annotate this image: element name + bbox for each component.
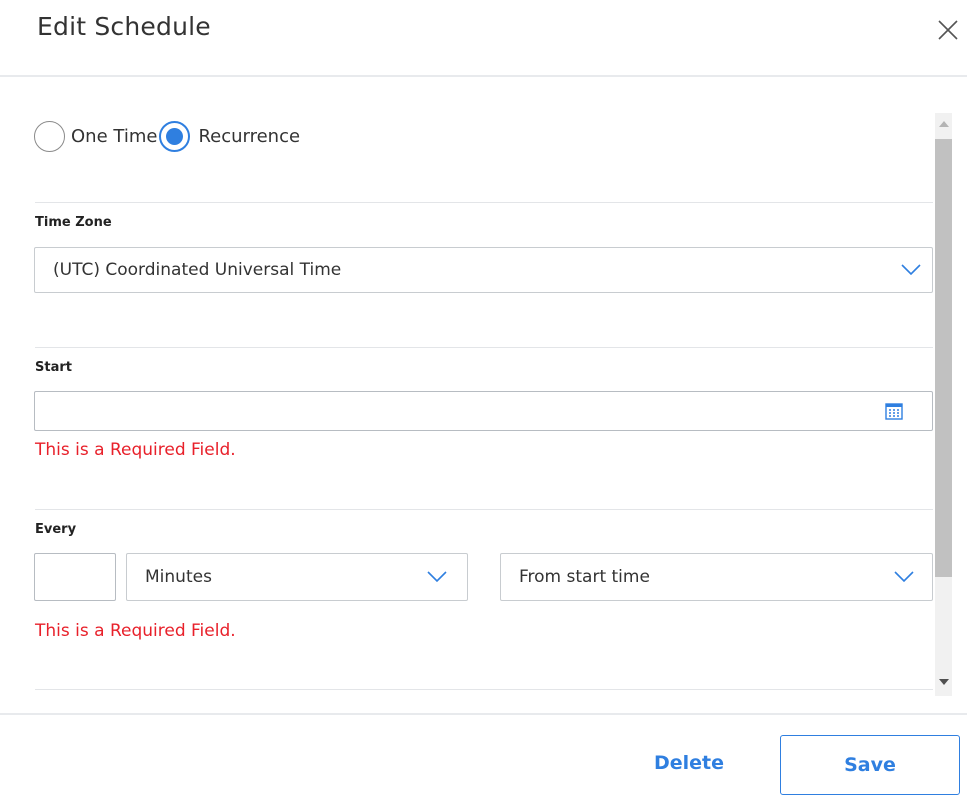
every-label: Every — [35, 522, 77, 537]
every-unit-select[interactable]: Minutes — [126, 553, 468, 601]
every-reference-select[interactable]: From start time — [500, 553, 933, 601]
time-zone-select[interactable]: (UTC) Coordinated Universal Time — [34, 247, 933, 293]
every-error-message: This is a Required Field. — [35, 621, 236, 641]
time-zone-value: (UTC) Coordinated Universal Time — [53, 260, 342, 280]
scroll-down-icon[interactable] — [939, 678, 949, 686]
scrollbar-thumb[interactable] — [935, 139, 952, 577]
calendar-icon[interactable] — [884, 401, 904, 421]
close-button[interactable] — [936, 18, 960, 42]
section-divider — [35, 509, 933, 510]
recurrence-radio[interactable] — [159, 120, 191, 152]
scroll-up-icon[interactable] — [939, 120, 949, 128]
delete-button[interactable]: Delete — [610, 735, 768, 791]
section-divider — [35, 347, 933, 348]
chevron-down-icon — [427, 571, 447, 583]
schedule-type-radio-group: One Time Recurrence — [34, 118, 302, 154]
save-button[interactable]: Save — [780, 735, 960, 795]
dialog-title: Edit Schedule — [37, 12, 211, 41]
recurrence-label: Recurrence — [198, 125, 301, 147]
time-zone-label: Time Zone — [35, 215, 112, 230]
every-reference-value: From start time — [519, 567, 650, 587]
one-time-radio[interactable] — [34, 120, 65, 152]
close-icon — [938, 20, 958, 40]
section-divider — [35, 689, 933, 690]
start-datetime-input[interactable] — [34, 391, 933, 431]
one-time-label: One Time — [71, 125, 158, 147]
chevron-down-icon — [901, 264, 921, 276]
section-divider — [35, 202, 933, 203]
chevron-down-icon — [894, 571, 914, 583]
every-unit-value: Minutes — [145, 567, 212, 587]
start-error-message: This is a Required Field. — [35, 440, 236, 460]
start-label: Start — [35, 360, 72, 375]
every-interval-input[interactable] — [34, 553, 116, 601]
footer-divider — [0, 713, 967, 715]
header-divider — [0, 75, 967, 77]
